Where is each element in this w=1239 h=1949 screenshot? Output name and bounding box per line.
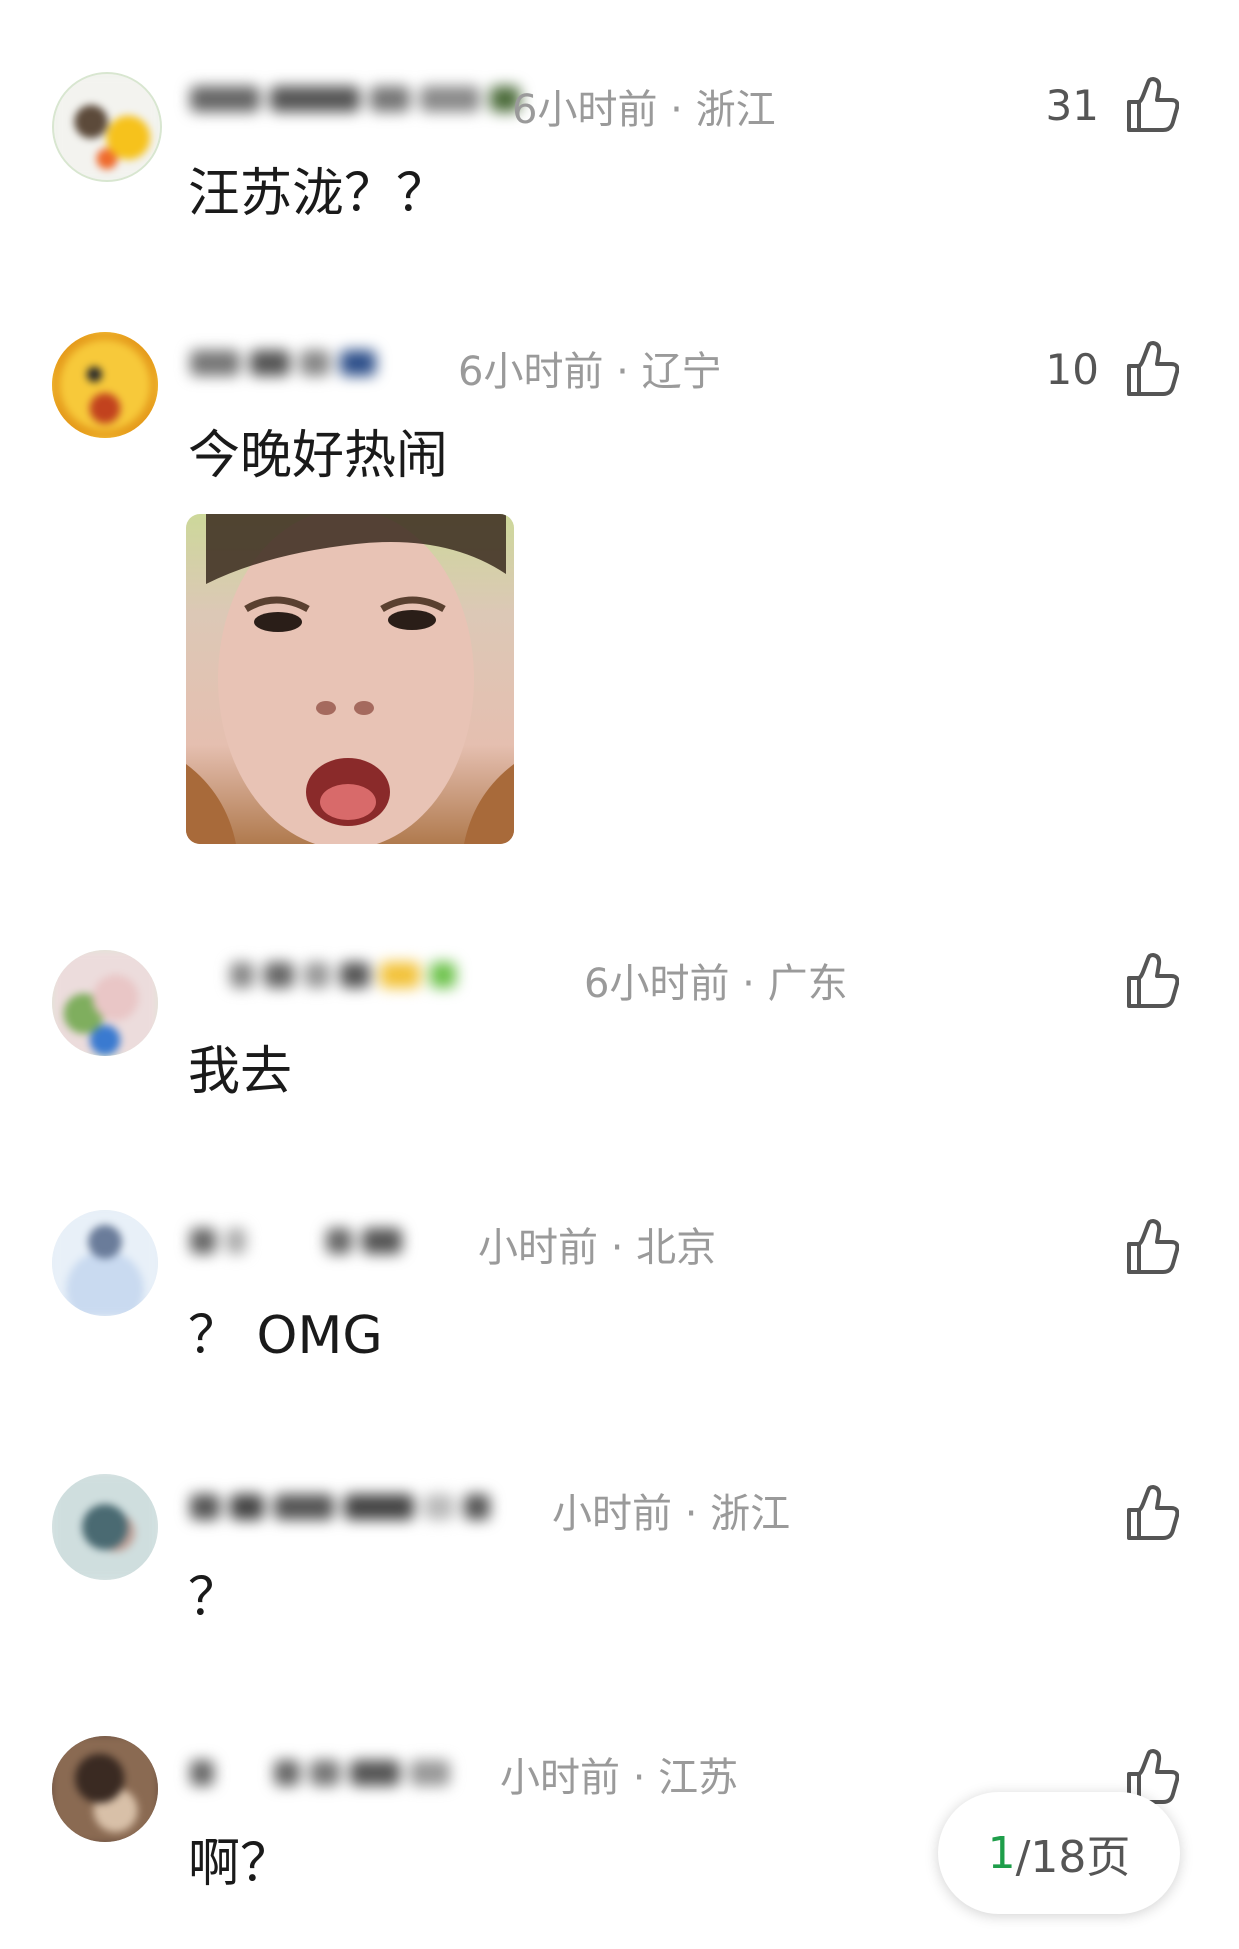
comment-meta: 小时前 · 江苏 <box>500 1755 739 1801</box>
comment-text: ？ <box>188 1568 241 1628</box>
thumbs-up-icon <box>1127 77 1179 132</box>
page-current: 1 <box>987 1827 1016 1879</box>
like-button[interactable] <box>1099 952 1179 1012</box>
page-indicator[interactable]: 1/18页 <box>938 1792 1180 1914</box>
username-redacted[interactable] <box>190 1760 460 1800</box>
avatar[interactable] <box>52 1736 158 1842</box>
thumbs-up-icon <box>1127 1485 1179 1540</box>
username-redacted[interactable] <box>230 962 466 1002</box>
avatar[interactable] <box>52 950 158 1056</box>
thumbs-up-icon <box>1127 1219 1179 1274</box>
comment-text: ？ OMG <box>188 1306 383 1366</box>
thumbs-up-icon <box>1127 953 1179 1008</box>
avatar[interactable] <box>52 332 158 438</box>
like-button[interactable]: 31 <box>1046 76 1179 136</box>
comment-text: 我去 <box>188 1042 293 1102</box>
comment-text: 今晚好热闹 <box>188 426 449 486</box>
like-count: 10 <box>1045 345 1099 394</box>
comment-meta: 小时前 · 北京 <box>478 1225 717 1271</box>
comment-meta: 6小时前 · 辽宁 <box>458 349 722 395</box>
thumbs-up-icon <box>1127 341 1179 396</box>
avatar[interactable] <box>52 1210 158 1316</box>
like-button[interactable] <box>1099 1484 1179 1544</box>
username-redacted[interactable] <box>190 86 530 126</box>
comment-image[interactable] <box>186 514 514 844</box>
like-button[interactable]: 10 <box>1046 340 1179 400</box>
avatar[interactable] <box>52 72 162 182</box>
like-count: 31 <box>1045 81 1099 130</box>
username-redacted[interactable] <box>190 1494 500 1534</box>
comment-meta: 6小时前 · 广东 <box>584 961 848 1007</box>
username-redacted[interactable] <box>190 350 386 390</box>
username-redacted[interactable] <box>190 1228 412 1268</box>
avatar[interactable] <box>52 1474 158 1580</box>
comment-meta: 6小时前 · 浙江 <box>512 87 776 133</box>
comment-text: 啊？ <box>188 1834 293 1894</box>
page-total: /18页 <box>1015 1832 1131 1883</box>
comment-meta: 小时前 · 浙江 <box>552 1491 791 1537</box>
comment-text: 汪苏泷？？ <box>188 164 449 224</box>
photo-content <box>186 514 514 844</box>
like-button[interactable] <box>1099 1218 1179 1278</box>
